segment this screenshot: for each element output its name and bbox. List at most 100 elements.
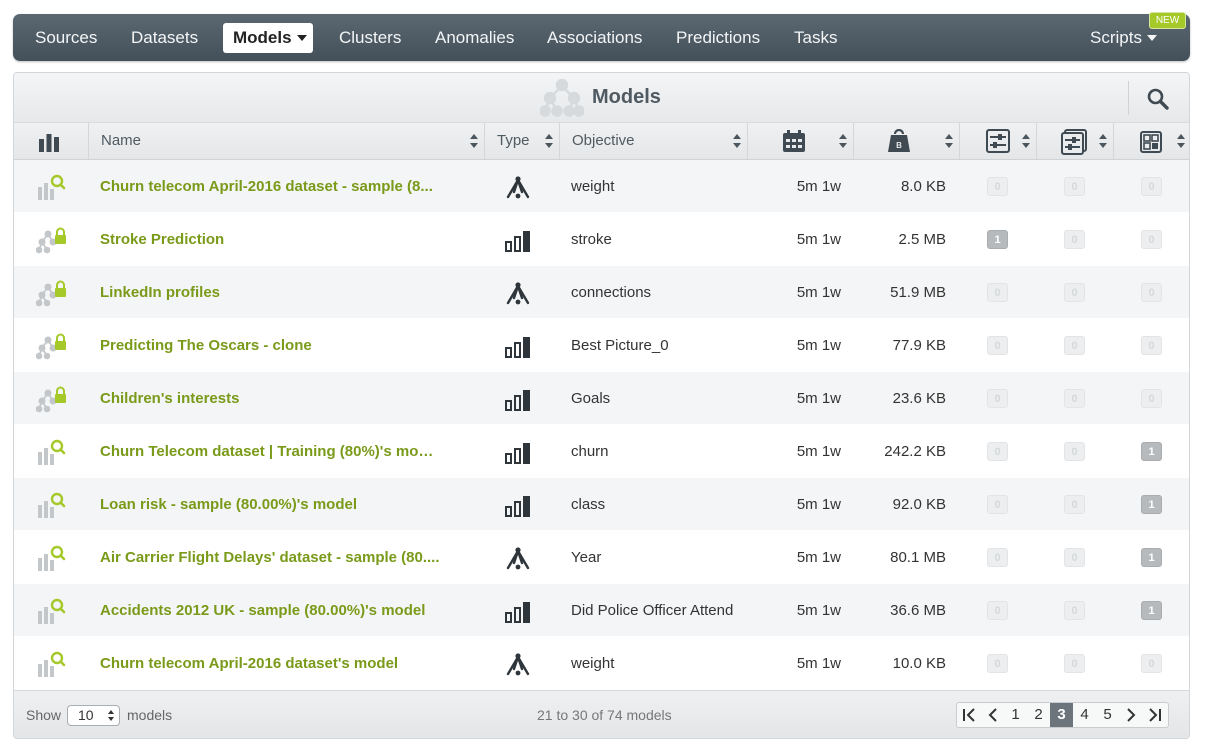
model-name-link[interactable]: Children's interests — [100, 372, 440, 425]
model-size: 2.5 MB — [898, 231, 946, 248]
model-age: 5m 1w — [796, 655, 841, 672]
model-size: 92.0 KB — [892, 496, 946, 513]
bar-chart-icon — [39, 134, 59, 152]
sort-icon — [545, 134, 553, 148]
table-row[interactable]: Churn telecom April-2016 dataset's model… — [14, 637, 1189, 690]
model-age: 5m 1w — [796, 178, 841, 195]
first-page-button[interactable] — [957, 703, 980, 727]
model-name-link[interactable]: Churn telecom April-2016 dataset - sampl… — [100, 160, 440, 213]
count-badge: 0 — [987, 548, 1008, 567]
th-type[interactable]: Type — [485, 123, 560, 159]
model-name-link[interactable]: Churn Telecom dataset | Training (80%)'s… — [100, 425, 440, 478]
model-search-icon — [36, 650, 66, 678]
model-age: 5m 1w — [796, 231, 841, 248]
nav-tasks[interactable]: Tasks — [794, 23, 837, 53]
count-badge[interactable]: 1 — [1141, 442, 1162, 461]
table-row[interactable]: Stroke Prediction stroke 5m 1w 2.5 MB 1 0 0 — [14, 213, 1189, 266]
count-badge[interactable]: 1 — [1141, 548, 1162, 567]
page-2[interactable]: 2 — [1027, 703, 1050, 727]
weight-icon: B — [888, 129, 910, 152]
sort-icon — [839, 134, 847, 148]
bars-icon — [504, 598, 532, 624]
nav-datasets[interactable]: Datasets — [131, 23, 198, 53]
calendar-icon — [783, 130, 805, 152]
nav-models[interactable]: Models — [223, 23, 313, 53]
count-badge: 0 — [1064, 389, 1085, 408]
page-1[interactable]: 1 — [1004, 703, 1027, 727]
model-name-link[interactable]: LinkedIn profiles — [100, 266, 440, 319]
count-badge: 0 — [987, 336, 1008, 355]
th-eval-3[interactable] — [1114, 123, 1189, 159]
table-row[interactable]: Children's interests Goals 5m 1w 23.6 KB 0 0 0 — [14, 372, 1189, 425]
count-badge: 0 — [1141, 654, 1162, 673]
count-badge: 0 — [1064, 177, 1085, 196]
count-badge: 0 — [1064, 548, 1085, 567]
count-badge: 0 — [1064, 654, 1085, 673]
search-button[interactable] — [1128, 81, 1186, 115]
th-name[interactable]: Name — [89, 123, 485, 159]
model-lock-icon — [35, 226, 66, 254]
objective-field: Did Police Officer Attend — [571, 602, 734, 619]
table-row[interactable]: Churn telecom April-2016 dataset - sampl… — [14, 160, 1189, 213]
table-row[interactable]: Air Carrier Flight Delays' dataset - sam… — [14, 531, 1189, 584]
count-badge[interactable]: 1 — [1141, 495, 1162, 514]
bars-icon — [504, 227, 532, 253]
th-eval-1[interactable] — [960, 123, 1037, 159]
model-name-link[interactable]: Stroke Prediction — [100, 213, 440, 266]
nav-anomalies[interactable]: Anomalies — [435, 23, 514, 53]
model-name-link[interactable]: Loan risk - sample (80.00%)'s model — [100, 478, 440, 531]
nav-scripts-label: Scripts — [1090, 28, 1142, 47]
th-size[interactable]: B — [854, 123, 960, 159]
next-page-button[interactable] — [1119, 703, 1142, 727]
model-size: 51.9 MB — [890, 284, 946, 301]
model-size: 77.9 KB — [892, 337, 946, 354]
page-4[interactable]: 4 — [1073, 703, 1096, 727]
table-row[interactable]: Loan risk - sample (80.00%)'s model class… — [14, 478, 1189, 531]
nav-scripts[interactable]: Scripts — [1090, 23, 1157, 53]
table-row[interactable]: Accidents 2012 UK - sample (80.00%)'s mo… — [14, 584, 1189, 637]
models-label: models — [127, 707, 173, 723]
model-name-link[interactable]: Churn telecom April-2016 dataset's model — [100, 637, 440, 690]
updown-arrows-icon — [108, 710, 114, 721]
page-size-select[interactable]: 10 — [67, 705, 120, 726]
model-search-icon — [36, 597, 66, 625]
sort-icon — [1022, 134, 1030, 148]
model-name-link[interactable]: Predicting The Oscars - clone — [100, 319, 440, 372]
model-age: 5m 1w — [796, 337, 841, 354]
page-3-current[interactable]: 3 — [1050, 703, 1073, 727]
th-status[interactable] — [14, 123, 89, 159]
count-badge: 0 — [1064, 336, 1085, 355]
model-age: 5m 1w — [796, 602, 841, 619]
prev-page-button[interactable] — [981, 703, 1004, 727]
count-badge[interactable]: 1 — [987, 230, 1008, 249]
panel-header: Models — [14, 73, 1189, 123]
nav-predictions[interactable]: Predictions — [676, 23, 760, 53]
count-badge: 0 — [1141, 177, 1162, 196]
count-badge[interactable]: 1 — [1141, 601, 1162, 620]
nav-clusters[interactable]: Clusters — [339, 23, 401, 53]
model-lock-icon — [35, 385, 66, 413]
objective-field: churn — [571, 443, 609, 460]
objective-field: weight — [571, 178, 615, 195]
tree-icon — [504, 651, 532, 677]
table-row[interactable]: LinkedIn profiles connections 5m 1w 51.9 MB… — [14, 266, 1189, 319]
table-row[interactable]: Churn Telecom dataset | Training (80%)'s… — [14, 425, 1189, 478]
model-size: 23.6 KB — [892, 390, 946, 407]
model-size: 10.0 KB — [892, 655, 946, 672]
model-age: 5m 1w — [796, 390, 841, 407]
last-page-button[interactable] — [1143, 703, 1166, 727]
model-name-link[interactable]: Air Carrier Flight Delays' dataset - sam… — [100, 531, 440, 584]
objective-field: Year — [571, 549, 602, 566]
page-5[interactable]: 5 — [1096, 703, 1119, 727]
show-label: Show — [26, 707, 62, 723]
model-name-link[interactable]: Accidents 2012 UK - sample (80.00%)'s mo… — [100, 584, 440, 637]
nav-associations[interactable]: Associations — [547, 23, 642, 53]
table-row[interactable]: Predicting The Oscars - clone Best Pictur… — [14, 319, 1189, 372]
th-objective[interactable]: Objective — [560, 123, 748, 159]
th-eval-2[interactable] — [1037, 123, 1114, 159]
objective-field: Goals — [571, 390, 611, 407]
th-name-label: Name — [101, 132, 142, 149]
th-age[interactable] — [748, 123, 854, 159]
nav-sources[interactable]: Sources — [35, 23, 97, 53]
sort-icon — [733, 134, 741, 148]
